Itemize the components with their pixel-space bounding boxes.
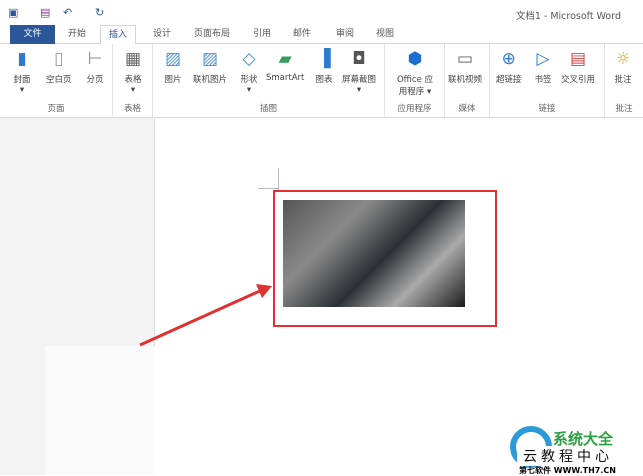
hyperlink-icon: ⊕	[501, 49, 516, 69]
comment-button[interactable]: ☼ 批注	[613, 48, 633, 85]
group-illustrations: ▨ 图片 ▨ 联机图片 ◇ 形状 ▾ ▰ SmartArt ▐ 图表 ◘ 屏幕截图 ▾ 插图	[153, 44, 385, 118]
shapes-button[interactable]: ◇ 形状 ▾	[239, 48, 259, 95]
save-icon[interactable]: ▤	[40, 6, 50, 19]
group-tables: ▦ 表格 ▾ 表格	[113, 44, 153, 118]
page-break-icon: ⊢	[87, 49, 103, 69]
cover-page-button[interactable]: ▮ 封面 ▾	[12, 48, 32, 95]
chart-button[interactable]: ▐ 图表	[314, 48, 334, 85]
hyperlink-button[interactable]: ⊕ 超链接	[496, 48, 522, 85]
page-break-button[interactable]: ⊢ 分页	[85, 48, 105, 85]
shapes-icon: ◇	[242, 49, 256, 69]
tab-design[interactable]: 设计	[145, 25, 179, 44]
redo-icon[interactable]: ↻	[95, 6, 104, 19]
group-label: 表格	[123, 104, 141, 114]
tab-mailings[interactable]: 邮件	[285, 25, 319, 44]
tab-review[interactable]: 审阅	[328, 25, 362, 44]
group-pages: ▮ 封面 ▾ ▯ 空白页 ⊢ 分页 页面	[0, 44, 113, 118]
group-apps: ⬢ Office 应用程序 ▾ 应用程序	[385, 44, 445, 118]
comment-icon: ☼	[615, 49, 631, 69]
word-logo-icon: ▣	[8, 6, 19, 19]
online-pictures-button[interactable]: ▨ 联机图片	[193, 48, 227, 85]
tab-view[interactable]: 视图	[368, 25, 402, 44]
watermark-sub: 云教程中心	[517, 446, 619, 466]
pictures-button[interactable]: ▨ 图片	[163, 48, 183, 85]
smartart-icon: ▰	[278, 49, 292, 69]
online-picture-icon: ▨	[201, 49, 219, 69]
window-title: 文档1 - Microsoft Word	[515, 11, 621, 22]
tab-file[interactable]: 文件	[10, 25, 55, 44]
blank-page-icon: ▯	[54, 49, 64, 69]
cover-page-icon: ▮	[17, 49, 27, 69]
group-label: 链接	[538, 104, 556, 114]
tab-home[interactable]: 开始	[60, 25, 94, 44]
group-media: ▭ 联机视频 媒体	[445, 44, 490, 118]
bookmark-icon: ▷	[536, 49, 550, 69]
undo-icon[interactable]: ↶	[63, 6, 72, 19]
tab-layout[interactable]: 页面布局	[186, 25, 238, 44]
online-video-button[interactable]: ▭ 联机视频	[448, 48, 482, 85]
group-label: 页面	[47, 104, 65, 114]
group-links: ⊕ 超链接 ▷ 书签 ▤ 交叉引用 链接	[490, 44, 605, 118]
office-apps-button[interactable]: ⬢ Office 应用程序 ▾	[395, 48, 435, 97]
group-label: 插图	[259, 104, 277, 114]
group-label: 批注	[615, 104, 633, 114]
group-label: 媒体	[458, 104, 476, 114]
ribbon: ▮ 封面 ▾ ▯ 空白页 ⊢ 分页 页面 ▦ 表格 ▾ 表格 ▨ 图片 ▨ 联机图片 ◇ 形状 ▾ …	[0, 44, 643, 118]
watermark-url: 第七软件 WWW.TH7.CN	[519, 466, 616, 475]
group-label: 应用程序	[397, 104, 432, 114]
screenshot-icon: ◘	[352, 49, 366, 69]
smartart-button[interactable]: ▰ SmartArt	[266, 48, 304, 83]
title-bar: ▣ ▤ ↶ ↻ 文档1 - Microsoft Word	[0, 0, 643, 24]
cross-reference-button[interactable]: ▤ 交叉引用	[561, 48, 595, 85]
bookmark-button[interactable]: ▷ 书签	[533, 48, 553, 85]
chart-icon: ▐	[317, 49, 331, 69]
blank-page-button[interactable]: ▯ 空白页	[46, 48, 72, 85]
tab-insert[interactable]: 插入	[100, 25, 137, 45]
office-store-icon: ⬢	[407, 49, 423, 69]
table-icon: ▦	[124, 49, 142, 69]
ribbon-tabs: 文件 开始 插入 设计 页面布局 引用 邮件 审阅 视图	[0, 25, 643, 45]
tab-references[interactable]: 引用	[245, 25, 279, 44]
watermark: 系统大全 云教程中心 第七软件 WWW.TH7.CN	[505, 416, 643, 475]
group-comments: ☼ 批注 批注	[605, 44, 643, 118]
screenshot-button[interactable]: ◘ 屏幕截图 ▾	[342, 48, 376, 95]
table-button[interactable]: ▦ 表格 ▾	[123, 48, 143, 95]
cross-reference-icon: ▤	[569, 49, 587, 69]
video-icon: ▭	[456, 49, 474, 69]
picture-icon: ▨	[164, 49, 182, 69]
